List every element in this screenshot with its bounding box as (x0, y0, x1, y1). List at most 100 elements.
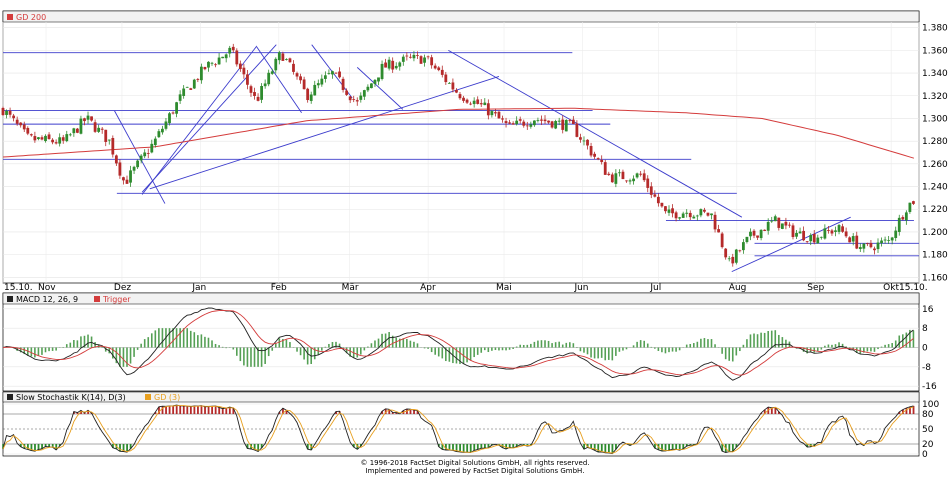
macd-histogram-bar (678, 347, 681, 351)
candle-body (203, 66, 207, 70)
price-x-tick-label: Jun (573, 283, 588, 293)
macd-histogram-bar (650, 346, 653, 348)
price-y-tick-label: 1.200 (922, 228, 948, 238)
oversold-fill (664, 444, 667, 451)
candle-body (766, 221, 770, 231)
candle-body (270, 71, 274, 74)
candle-body (224, 54, 228, 59)
candle-body (345, 90, 349, 95)
macd-histogram-bar (296, 347, 298, 352)
candle-body (873, 248, 876, 251)
macd-histogram-bar (34, 347, 36, 358)
macd-legend-label: MACD 12, 26, 9 (16, 295, 78, 304)
candle-body (802, 230, 806, 241)
macd-histogram-bar (739, 347, 741, 352)
candle-body (93, 122, 97, 132)
candle-body (812, 233, 816, 243)
candle-body (483, 102, 487, 106)
macd-histogram-bar (328, 343, 330, 348)
candle-body (593, 153, 597, 157)
candle-body (15, 119, 19, 124)
candle-body (83, 118, 86, 122)
candle-body (242, 67, 246, 75)
macd-histogram-bar (760, 332, 762, 348)
macd-histogram-bar (406, 338, 408, 348)
overbought-fill (413, 410, 415, 414)
price-y-tick-label: 1.160 (922, 273, 948, 283)
macd-histogram-bar (306, 347, 309, 365)
candle-body (649, 186, 653, 195)
candle-body (501, 118, 504, 120)
candle-body (33, 136, 37, 141)
macd-histogram-bar (214, 343, 217, 348)
candle-body (561, 119, 565, 130)
candle-body (582, 140, 586, 142)
macd-histogram-bar (289, 342, 291, 348)
candle-body (143, 152, 147, 157)
overbought-fill (905, 408, 908, 414)
candle-body (827, 229, 830, 231)
candle-body (610, 174, 614, 183)
macd-histogram-bar (661, 347, 663, 353)
macd-histogram-bar (905, 332, 908, 348)
candle-body (646, 178, 650, 188)
macd-histogram-bar (664, 347, 667, 354)
price-x-tick-label: Apr (420, 283, 436, 293)
macd-histogram-bar (544, 340, 546, 348)
candle-body (22, 124, 26, 130)
overbought-fill (211, 406, 214, 414)
macd-histogram-bar (501, 347, 504, 351)
price-y-tick-label: 1.380 (922, 24, 948, 34)
macd-y-tick-label: 8 (922, 324, 928, 334)
oversold-fill (675, 444, 678, 450)
candle-body (455, 89, 458, 93)
candle-body (869, 242, 873, 248)
macd-histogram-bar (182, 328, 185, 348)
overbought-fill (161, 406, 164, 414)
candle-body (146, 153, 150, 154)
candle-body (387, 59, 391, 69)
macd-histogram-bar (668, 347, 670, 353)
macd-histogram-bar (494, 347, 497, 351)
price-y-tick-label: 1.320 (922, 92, 948, 102)
macd-histogram-bar (639, 340, 642, 348)
macd-histogram-bar (122, 347, 125, 367)
candle-body (104, 129, 108, 142)
macd-histogram-bar (207, 337, 210, 348)
price-x-tick-label: Mär (342, 283, 359, 293)
macd-histogram-bar (604, 347, 607, 361)
macd-histogram-bar (172, 328, 174, 348)
oversold-fill (469, 444, 472, 453)
candle-body (511, 123, 515, 125)
candle-body (370, 83, 373, 89)
candle-body (5, 110, 8, 115)
candle-body (540, 119, 543, 121)
macd-histogram-bar (870, 347, 872, 352)
candle-body (12, 115, 16, 119)
macd-histogram-bar (239, 347, 242, 362)
macd-histogram-bar (724, 347, 727, 360)
candle-body (26, 127, 30, 134)
candle-body (518, 119, 522, 121)
candle-body (54, 142, 58, 144)
candle-body (508, 122, 511, 124)
macd-histogram-bar (583, 347, 585, 353)
macd-histogram-bar (434, 347, 436, 355)
candle-body (256, 96, 260, 101)
candle-body (876, 242, 880, 250)
candle-body (40, 137, 44, 140)
macd-histogram-bar (873, 347, 876, 352)
candle-body (479, 103, 483, 105)
macd-histogram-bar (643, 340, 645, 348)
candle-body (37, 137, 40, 140)
overbought-fill (186, 406, 189, 414)
macd-histogram-bar (487, 347, 490, 353)
candle-body (763, 229, 767, 231)
price-y-tick-label: 1.260 (922, 160, 948, 170)
candle-body (805, 241, 809, 243)
candle-body (788, 224, 791, 226)
candle-body (327, 73, 331, 75)
macd-histogram-bar (430, 347, 433, 353)
macd-histogram-bar (395, 337, 398, 348)
candle-body (253, 92, 256, 97)
